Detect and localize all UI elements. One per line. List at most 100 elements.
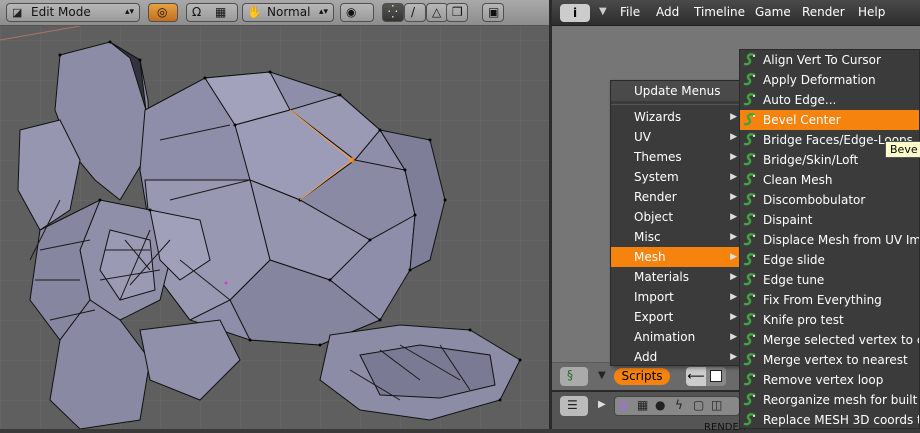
scene-icon[interactable]: ◫ xyxy=(711,398,722,412)
magnet-icon: Ω xyxy=(192,5,202,19)
menu-item-label: Themes xyxy=(634,150,682,164)
menu-item-label: System xyxy=(634,170,679,184)
submenu-arrow-icon: ▶ xyxy=(730,292,737,302)
submenu-arrow-icon: ▶ xyxy=(730,172,737,182)
object-icon[interactable]: ϟ xyxy=(675,398,683,412)
script-icon[interactable]: ▦ xyxy=(637,398,648,412)
occlude-button[interactable]: ❒ xyxy=(446,3,468,22)
render-preview-button[interactable]: ▣ xyxy=(482,3,504,22)
menu-item-label: Materials xyxy=(634,270,690,284)
menu-render[interactable]: Render xyxy=(802,5,845,19)
python-script-icon xyxy=(743,213,756,226)
python-script-icon xyxy=(743,133,756,146)
menu-game[interactable]: Game xyxy=(755,5,791,19)
submenu-arrow-icon: ▶ xyxy=(730,252,737,262)
tooltip: Beve xyxy=(885,141,920,158)
shading-icon[interactable]: ● xyxy=(655,398,665,412)
scripts-menu-item-import[interactable]: Import ▶ xyxy=(611,287,743,307)
mesh-menu-item[interactable]: Fix From Everything xyxy=(740,290,919,310)
submenu-arrow-icon: ▶ xyxy=(730,192,737,202)
python-script-icon xyxy=(743,393,756,406)
mesh-menu-item[interactable]: Discombobulator xyxy=(740,190,919,210)
scripts-menu-item-add[interactable]: Add ▶ xyxy=(611,347,743,367)
scripts-menu-button[interactable]: Scripts xyxy=(614,368,670,385)
mesh-menu-item[interactable]: Clean Mesh xyxy=(740,170,919,190)
menu-item-label: Edge tune xyxy=(763,273,825,287)
menu-item-label: Merge selected vertex to closest xyxy=(763,333,919,347)
mesh-menu-item[interactable]: Edge tune xyxy=(740,270,919,290)
update-menus-item[interactable]: Update Menus xyxy=(611,81,743,101)
mesh-menu-item[interactable]: Apply Deformation xyxy=(740,70,919,90)
python-script-icon xyxy=(743,333,756,346)
scripts-menu-item-wizards[interactable]: Wizards ▶ xyxy=(611,107,743,127)
edge-select-button[interactable]: / xyxy=(404,3,426,22)
collapse-arrow-icon[interactable]: ▼ xyxy=(599,6,607,17)
mesh-menu-item[interactable]: Dispaint xyxy=(740,210,919,230)
logic-icon[interactable]: ◍ xyxy=(618,398,628,412)
python-script-icon xyxy=(743,413,756,426)
mesh-canvas[interactable] xyxy=(0,0,549,429)
python-script-icon xyxy=(743,53,756,66)
mode-selector[interactable]: ◪ Edit Mode ▴▾ xyxy=(6,3,140,22)
submenu-arrow-icon: ▶ xyxy=(730,152,737,162)
3d-viewport[interactable]: ◪ Edit Mode ▴▾ ◎ Ω ▦ ✋ Normal ▴▾ ◉ ⁛ / △… xyxy=(0,0,549,429)
menu-item-label: Wizards xyxy=(634,110,682,124)
menu-item-label: Edge slide xyxy=(763,253,825,267)
submenu-arrow-icon: ▶ xyxy=(730,112,737,122)
scripts-menu-item-themes[interactable]: Themes ▶ xyxy=(611,147,743,167)
mesh-menu-item[interactable]: Remove vertex loop xyxy=(740,370,919,390)
mesh-menu-item[interactable]: Bevel Center xyxy=(740,110,919,130)
mesh-menu-item[interactable]: Replace MESH 3D coords to UV xyxy=(740,410,919,428)
mode-label: Edit Mode xyxy=(31,5,91,19)
scripts-menu-item-materials[interactable]: Materials ▶ xyxy=(611,267,743,287)
menu-item-label: Import xyxy=(634,290,674,304)
menu-timeline[interactable]: Timeline xyxy=(694,5,745,19)
face-select-button[interactable]: △ xyxy=(426,3,448,22)
scripts-menu-item-render[interactable]: Render ▶ xyxy=(611,187,743,207)
edit-icon[interactable]: ▢ xyxy=(693,398,704,412)
mesh-menu-item[interactable]: Merge vertex to nearest xyxy=(740,350,919,370)
scripts-menu-item-mesh[interactable]: Mesh ▶ xyxy=(611,247,743,267)
scripts-menu-item-object[interactable]: Object ▶ xyxy=(611,207,743,227)
mesh-menu-item[interactable]: Align Vert To Cursor xyxy=(740,50,919,70)
info-header: i ▼ File Add Timeline Game Render Help xyxy=(552,0,920,26)
python-editor-icon[interactable]: § xyxy=(560,367,588,386)
pivot-button[interactable]: ◎ xyxy=(148,3,178,22)
pivot-icon: ◎ xyxy=(157,5,168,19)
menu-item-label: Knife pro test xyxy=(763,313,844,327)
mesh-menu-item[interactable]: Edge slide xyxy=(740,250,919,270)
mesh-menu-item[interactable]: Auto Edge... xyxy=(740,90,919,110)
scripts-menu-item-misc[interactable]: Misc ▶ xyxy=(611,227,743,247)
back-arrow-icon[interactable]: ⟵ xyxy=(686,367,706,386)
stop-button[interactable] xyxy=(706,367,726,386)
scripts-menu-item-export[interactable]: Export ▶ xyxy=(611,307,743,327)
grid-icon: ▦ xyxy=(215,5,227,19)
mesh-menu-item[interactable]: Knife pro test xyxy=(740,310,919,330)
proportional-edit-button[interactable]: ◉ xyxy=(340,3,374,22)
scripts-dropdown-menu: Update Menus Wizards ▶ UV ▶ Themes ▶ System ▶ Re… xyxy=(610,80,744,366)
cube-icon: ❒ xyxy=(452,5,463,19)
edit-mode-icon: ◪ xyxy=(12,6,23,19)
vertex-select-button[interactable]: ⁛ xyxy=(382,3,404,22)
info-editor-icon[interactable]: i xyxy=(560,4,590,22)
scripts-menu-item-animation[interactable]: Animation ▶ xyxy=(611,327,743,347)
menu-file[interactable]: File xyxy=(620,5,640,19)
shading-selector[interactable]: ✋ Normal ▴▾ xyxy=(242,3,334,22)
mesh-menu-item[interactable]: Displace Mesh from UV Image xyxy=(740,230,920,250)
collapse-arrow-icon[interactable]: ▼ xyxy=(598,370,606,381)
scripts-menu-item-uv[interactable]: UV ▶ xyxy=(611,127,743,147)
collapse-arrow-icon[interactable]: ▶ xyxy=(598,399,606,410)
buttons-editor-icon[interactable]: ☰ xyxy=(560,396,588,416)
mesh-menu-item[interactable]: Reorganize mesh for built effect xyxy=(740,390,919,410)
python-script-icon xyxy=(743,293,756,306)
menu-item-label: Discombobulator xyxy=(763,193,866,207)
menu-item-label: Displace Mesh from UV Image xyxy=(763,233,920,247)
chevron-icon: ▴▾ xyxy=(318,7,328,17)
scripts-menu-item-system[interactable]: System ▶ xyxy=(611,167,743,187)
menu-item-label: UV xyxy=(634,130,651,144)
mesh-menu-item[interactable]: Merge selected vertex to closest xyxy=(740,330,919,350)
context-buttons[interactable]: ◍ ▦ ● ϟ ▢ ◫ xyxy=(614,396,740,416)
menu-add[interactable]: Add xyxy=(656,5,679,19)
menu-help[interactable]: Help xyxy=(858,5,885,19)
manipulator-button[interactable]: Ω ▦ xyxy=(186,3,238,22)
